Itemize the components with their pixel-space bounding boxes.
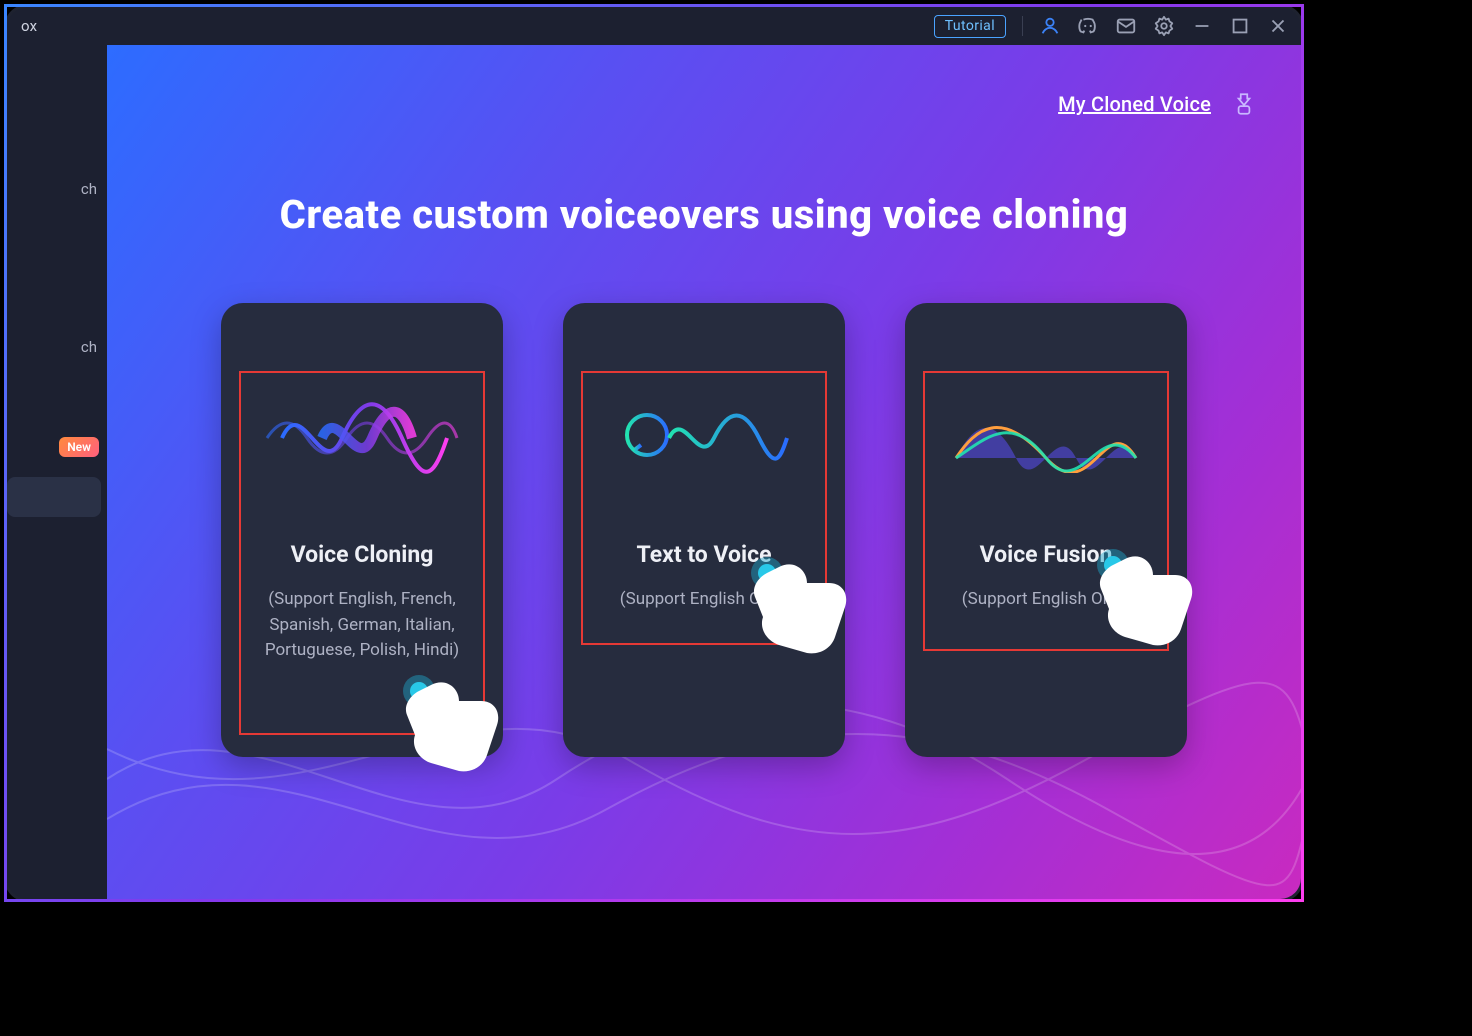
sidebar-spacer: [7, 55, 107, 165]
gear-icon[interactable]: [1153, 15, 1175, 37]
sidebar-gap: [7, 213, 107, 323]
card-subtitle: (Support English Only): [919, 587, 1173, 613]
feedback-icon[interactable]: [1231, 91, 1257, 117]
voice-cloning-waveform-icon: [221, 393, 503, 483]
sidebar-gap: [7, 371, 107, 431]
sidebar-item-2[interactable]: ch: [7, 323, 107, 371]
sidebar: ch ch New: [7, 45, 107, 899]
cards-row: Voice Cloning (Support English, French, …: [107, 303, 1301, 757]
tutorial-button[interactable]: Tutorial: [934, 15, 1006, 38]
sidebar-item-label: ch: [81, 338, 97, 356]
close-button[interactable]: [1267, 15, 1289, 37]
top-right-area: My Cloned Voice: [1058, 91, 1257, 117]
divider: [1022, 16, 1023, 36]
new-badge: New: [59, 437, 99, 457]
card-voice-fusion[interactable]: Voice Fusion (Support English Only): [905, 303, 1187, 757]
card-subtitle: (Support English Only): [577, 587, 831, 613]
user-icon[interactable]: [1039, 15, 1061, 37]
card-text-to-voice[interactable]: Text to Voice (Support English Only): [563, 303, 845, 757]
card-title: Voice Cloning: [221, 541, 503, 568]
card-subtitle: (Support English, French, Spanish, Germa…: [235, 587, 489, 664]
mail-icon[interactable]: [1115, 15, 1137, 37]
card-title: Voice Fusion: [905, 541, 1187, 568]
my-cloned-voice-link[interactable]: My Cloned Voice: [1058, 92, 1211, 116]
voice-fusion-icon: [905, 393, 1187, 483]
card-voice-cloning[interactable]: Voice Cloning (Support English, French, …: [221, 303, 503, 757]
text-to-voice-icon: [563, 393, 845, 483]
sidebar-item-label: ch: [81, 180, 97, 198]
app-window: ox Tutorial: [4, 4, 1304, 902]
window-title: ox: [21, 17, 37, 35]
sidebar-item-new[interactable]: New: [7, 431, 107, 471]
minimize-button[interactable]: [1191, 15, 1213, 37]
sidebar-item-active[interactable]: [7, 477, 101, 517]
page-heading: Create custom voiceovers using voice clo…: [107, 191, 1301, 238]
pointer-hand-icon: [389, 663, 509, 783]
titlebar-right-controls: Tutorial: [934, 15, 1289, 38]
maximize-button[interactable]: [1229, 15, 1251, 37]
body: ch ch New My Cloned Voice: [7, 45, 1301, 899]
sidebar-item-1[interactable]: ch: [7, 165, 107, 213]
titlebar: ox Tutorial: [7, 7, 1301, 45]
discord-icon[interactable]: [1077, 15, 1099, 37]
content-area: My Cloned Voice Create custom voiceovers…: [107, 45, 1301, 899]
card-title: Text to Voice: [563, 541, 845, 568]
